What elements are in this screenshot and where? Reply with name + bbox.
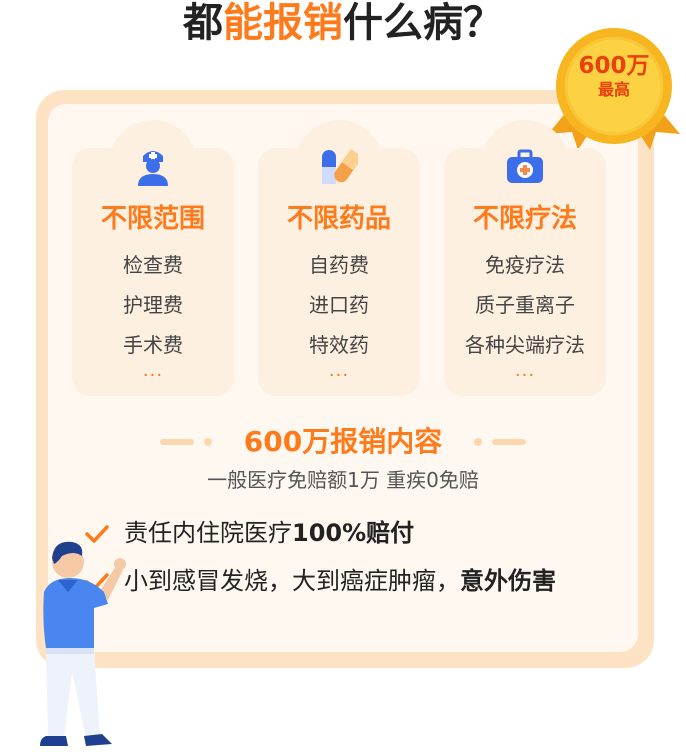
coverage-title: 600万报销内容: [243, 425, 443, 458]
card-item: 护理费: [123, 293, 183, 317]
card-item: 特效药: [309, 333, 369, 357]
card-item: 手术费: [123, 333, 183, 357]
card-title: 不限范围: [100, 204, 205, 234]
title-part2: 什么病？: [343, 0, 503, 46]
benefit-item: 小到感冒发烧，大到癌症肿瘤，意外伤害: [84, 564, 556, 598]
benefit-text: 责任内住院医疗: [124, 519, 292, 547]
person-illustration-icon: [40, 541, 126, 746]
nurse-icon: [138, 151, 168, 186]
card-title: 不限疗法: [472, 204, 577, 234]
medal-badge: 600万 最高: [566, 52, 662, 100]
card-item: 检查费: [123, 253, 183, 277]
card-more: ...: [142, 360, 164, 381]
title-part1: 都: [183, 0, 223, 46]
coverage-desc: 一般医疗免赔额1万 重疾0免赔: [207, 468, 479, 492]
card-item: 进口药: [309, 293, 369, 317]
card-scope: 不限范围 检查费 护理费 手术费 ...: [72, 120, 234, 396]
benefit-text: 小到感冒发烧，大到癌症肿瘤，: [124, 567, 460, 595]
card-title: 不限药品: [286, 204, 391, 234]
medical-kit-icon: [507, 149, 543, 183]
benefit-strong: 意外伤害: [460, 567, 556, 595]
badge-label: 最高: [597, 80, 630, 99]
title-highlight: 能报销: [223, 0, 343, 46]
benefit-strong: 100%赔付: [292, 519, 415, 547]
card-item: 自药费: [309, 253, 369, 277]
card-more: ...: [328, 360, 350, 381]
decor-right-icon: [474, 438, 526, 446]
card-item: 免疫疗法: [485, 253, 565, 277]
card-item: 各种尖端疗法: [465, 333, 585, 357]
pill-icon: [322, 149, 358, 184]
card-therapy: 不限疗法 免疫疗法 质子重离子 各种尖端疗法 ...: [444, 120, 606, 396]
card-item: 质子重离子: [475, 293, 575, 317]
card-drugs: 不限药品 自药费 进口药 特效药 ...: [258, 120, 420, 396]
badge-amount: 600万: [578, 53, 650, 79]
card-more: ...: [514, 360, 536, 381]
